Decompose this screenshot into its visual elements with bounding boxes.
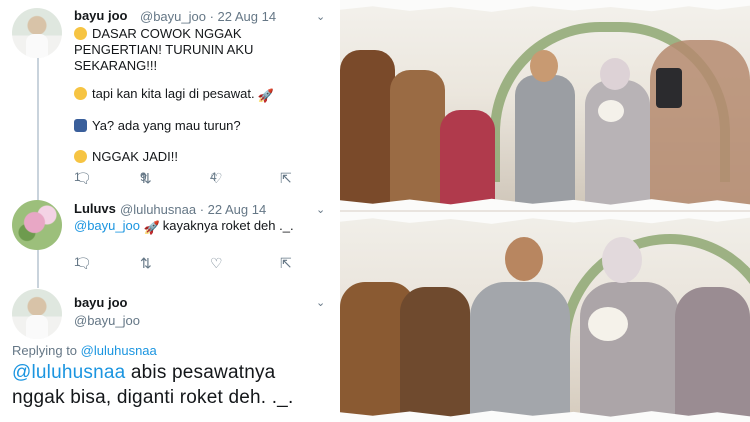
user-handle[interactable]: @bayu_joo [74,313,140,328]
tweet-actions: 🗨 1 ⇅ 9 ♡ 4 ⇱ [74,170,292,186]
rocket-emoji: 🚀 [143,220,160,235]
groom-head [505,237,543,281]
tweet-text-line: @bayu_joo 🚀 kayaknya roket deh ._. [74,218,294,235]
tweet-text-line: nggak bisa, diganti roket deh. ._. [12,387,294,408]
chevron-down-icon[interactable]: ⌄ [316,10,325,23]
display-name[interactable]: bayu joo [74,295,127,310]
pensive-face-emoji [74,87,87,100]
tweet-text-line: Ya? ada yang mau turun? [74,118,241,133]
tweet-text-line: SEKARANG!!! [74,58,158,73]
avatar[interactable] [12,8,62,58]
tweet-text-line: DASAR COWOK NGGAK [74,26,242,41]
guest-figure [340,50,395,210]
bride-figure [585,80,650,210]
twitter-thread: bayu joo @bayu_joo · 22 Aug 14 ⌄ DASAR C… [0,0,340,422]
avatar[interactable] [12,289,62,339]
tweet-text-line: @luluhusnaa abis pesawatnya [12,362,276,383]
retweet-icon: ⇅ [140,255,152,271]
tweet-actions: 🗨 1 ⇅ ♡ ⇱ [74,255,292,271]
wedding-photo-collage [340,0,750,422]
guest-figure [390,70,445,210]
rocket-emoji: 🚀 [257,88,274,103]
torn-paper-edge [340,212,750,224]
thread-connector [37,56,39,201]
wedding-photo [340,212,750,422]
wedding-photo [340,0,750,210]
chevron-down-icon[interactable]: ⌄ [316,203,325,216]
tweet-date[interactable]: 22 Aug 14 [218,9,277,24]
angry-face-emoji [74,150,87,163]
like-icon: ♡ [210,255,223,271]
mention-link[interactable]: @bayu_joo [74,218,140,233]
tweet-text-line: PENGERTIAN! TURUNIN AKU [74,42,254,57]
share-icon: ⇱ [280,170,292,186]
guest-figure [650,40,750,210]
bride-figure [580,282,680,422]
angry-face-emoji [74,27,87,40]
torn-paper-edge [340,0,750,12]
avatar[interactable] [12,200,62,250]
chevron-down-icon[interactable]: ⌄ [316,296,325,309]
bouquet [588,307,628,341]
user-handle[interactable]: @bayu_joo [140,9,206,24]
share-icon: ⇱ [280,255,292,271]
bouquet [598,100,624,122]
tweet-text-line: NGGAK JADI!! [74,149,178,164]
phone [656,68,682,108]
mention-link[interactable]: @luluhusnaa [12,362,125,383]
groom-head [530,50,558,82]
tweet-date[interactable]: 22 Aug 14 [208,202,267,217]
guest-figure [400,287,470,422]
display-name[interactable]: Luluvs [74,201,116,216]
replying-to: Replying to @luluhusnaa [12,343,157,358]
groom-figure [470,282,570,422]
bride-head [600,58,630,90]
thread-connector [37,248,39,288]
guest-figure [440,110,495,210]
mention-link[interactable]: @luluhusnaa [81,343,157,358]
groom-figure [515,75,575,210]
police-officer-emoji [74,119,87,132]
guest-figure [675,287,750,422]
tweet-meta: @bayu_joo · 22 Aug 14 [140,9,277,24]
user-handle[interactable]: @luluhusnaa [120,202,196,217]
tweet-text-line: tapi kan kita lagi di pesawat. 🚀 [74,86,274,104]
bride-head [602,237,642,283]
display-name[interactable]: bayu joo [74,8,127,23]
tweet-meta: @luluhusnaa · 22 Aug 14 [120,202,267,217]
